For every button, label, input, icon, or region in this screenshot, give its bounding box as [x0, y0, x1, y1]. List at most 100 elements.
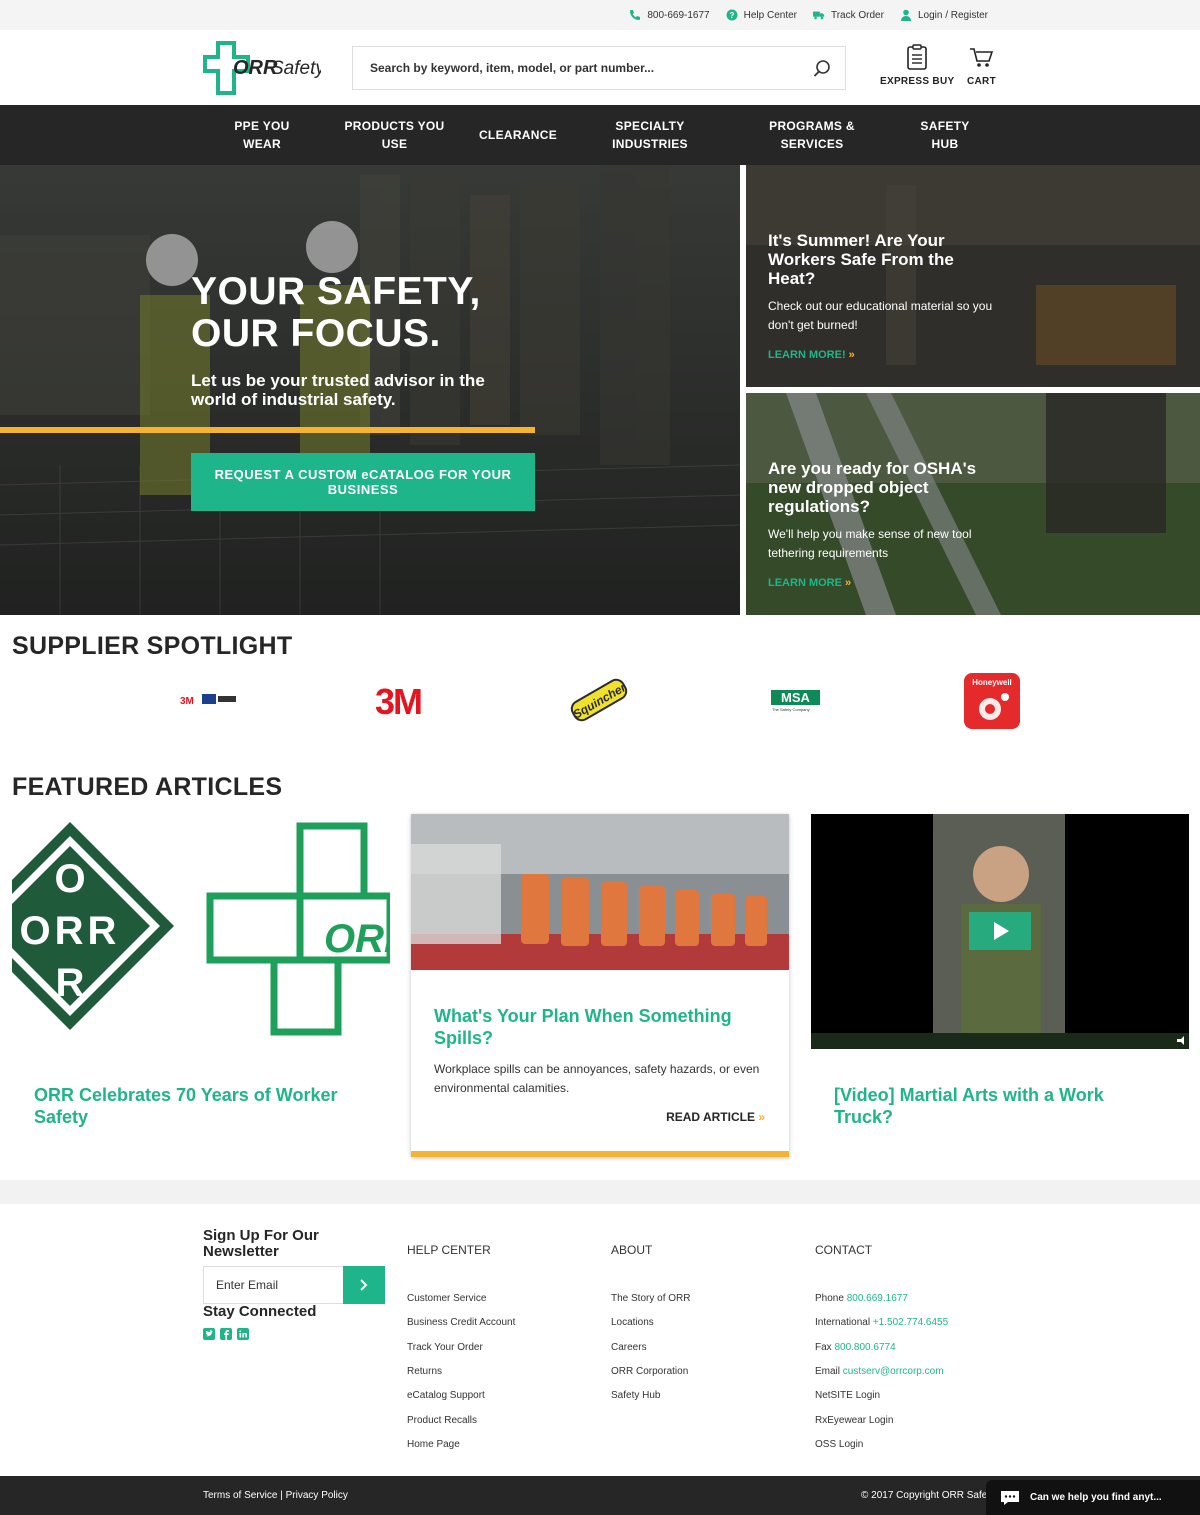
contact-email-link[interactable]: custserv@orrcorp.com — [843, 1366, 944, 1377]
contact-heading: CONTACT — [815, 1243, 873, 1257]
brand-3m[interactable]: 3M — [375, 681, 435, 723]
svg-text:ORR: ORR — [324, 917, 390, 961]
track-order-label: Track Order — [830, 9, 884, 21]
help-center-heading: HELP CENTER — [407, 1243, 491, 1257]
main-nav: PPE YOU WEAR PRODUCTS YOU USE CLEARANCE SP… — [0, 105, 1200, 165]
phone-link[interactable]: 800-669-1677 — [629, 9, 710, 21]
hero-banner: YOUR SAFETY, OUR FOCUS. Let us be your t… — [0, 165, 740, 615]
footer-link-oss-login[interactable]: OSS Login — [815, 1439, 863, 1451]
promo1-text: Check out our educational material so yo… — [768, 299, 993, 332]
express-buy-label: EXPRESS BUY — [880, 76, 955, 87]
footer-link-ecatalog-support[interactable]: eCatalog Support — [407, 1390, 485, 1402]
phone-icon — [630, 10, 641, 20]
terms-of-service-link[interactable]: Terms of Service — [203, 1490, 277, 1501]
nav-label-line1: PPE YOU — [234, 119, 290, 133]
footer-link-customer-service[interactable]: Customer Service — [407, 1293, 486, 1305]
search-icon[interactable] — [813, 59, 831, 77]
contact-label: Phone — [815, 1293, 844, 1304]
article-martial-arts-video[interactable]: [Video] Martial Arts with a Work Truck? — [811, 814, 1189, 1144]
hero-title: YOUR SAFETY, OUR FOCUS. — [191, 271, 481, 355]
contact-international-link[interactable]: +1.502.774.6455 — [873, 1317, 948, 1328]
nav-ppe-you-wear[interactable]: PPE YOU WEAR — [222, 117, 302, 153]
nav-products-you-use[interactable]: PRODUCTS YOU USE — [342, 117, 447, 153]
brand-msa-label: MSA — [781, 690, 811, 705]
nav-programs-services[interactable]: PROGRAMS & SERVICES — [762, 117, 862, 153]
nav-label-line2: USE — [381, 137, 408, 151]
brand-honeywell[interactable]: Honeywell — [963, 672, 1021, 735]
nav-specialty-industries[interactable]: SPECIALTY INDUSTRIES — [606, 117, 694, 153]
stay-connected-label: Stay Connected — [203, 1303, 317, 1320]
cart-button[interactable]: CART — [967, 44, 996, 87]
brand-3m-small[interactable]: 3M — [180, 692, 238, 713]
footer-link-home-page[interactable]: Home Page — [407, 1439, 460, 1451]
nav-clearance[interactable]: CLEARANCE — [474, 126, 562, 144]
nav-label-line1: SAFETY — [920, 119, 970, 133]
contact-phone-link[interactable]: 800.669.1677 — [847, 1293, 908, 1304]
brand-squincher[interactable]: Squincher — [568, 674, 630, 731]
brand-honeywell-label: Honeywell — [972, 678, 1012, 687]
promo1-learn-more-link[interactable]: LEARN MORE! » — [768, 349, 855, 361]
express-buy-button[interactable]: EXPRESS BUY — [880, 44, 954, 87]
article-orr-70-years[interactable]: O ORR R ORR ORR Celebrates 70 Years of W… — [0, 814, 413, 1144]
article-spills-card[interactable]: What's Your Plan When Something Spills? … — [411, 814, 789, 1157]
promo2-title: Are you ready for OSHA's new dropped obj… — [768, 459, 977, 516]
read-article-link[interactable]: READ ARTICLE » — [666, 1110, 765, 1124]
orr-logos-image: O ORR R ORR — [0, 822, 413, 1036]
promo1-title: It's Summer! Are Your Workers Safe From … — [768, 231, 954, 288]
contact-fax-link[interactable]: 800.800.6774 — [834, 1342, 895, 1353]
promo2-learn-more-link[interactable]: LEARN MORE » — [768, 577, 851, 589]
cta-line2: BUSINESS — [327, 482, 399, 497]
nav-label-line1: PROGRAMS & — [769, 119, 855, 133]
footer-link-rxeyewear-login[interactable]: RxEyewear Login — [815, 1415, 893, 1427]
request-ecatalog-button[interactable]: REQUEST A CUSTOM eCATALOG FOR YOUR BUSIN… — [191, 453, 535, 511]
card-accent-bar — [411, 1151, 789, 1157]
promo-dropped-objects[interactable]: Are you ready for OSHA's new dropped obj… — [746, 393, 1200, 615]
help-center-link[interactable]: ? Help Center — [726, 9, 797, 21]
article1-title: ORR Celebrates 70 Years of Worker Safety — [34, 1085, 338, 1127]
contact-email: Email custserv@orrcorp.com — [815, 1366, 944, 1378]
brand-msa[interactable]: MSA The Safety Company — [771, 689, 821, 718]
footer-link-safety-hub[interactable]: Safety Hub — [611, 1390, 660, 1402]
social-links — [203, 1328, 249, 1340]
footer-link-netsite-login[interactable]: NetSITE Login — [815, 1390, 880, 1402]
msa-tagline: The Safety Company — [772, 707, 810, 712]
privacy-policy-link[interactable]: Privacy Policy — [286, 1490, 348, 1501]
nav-label-line1: SPECIALTY — [615, 119, 685, 133]
footer-link-careers[interactable]: Careers — [611, 1342, 647, 1354]
site-header: ORR Safety Search by keyword, item, mode… — [0, 30, 1200, 105]
search-input[interactable]: Search by keyword, item, model, or part … — [352, 46, 846, 90]
newsletter-submit-button[interactable] — [343, 1266, 385, 1304]
hero-subtitle: Let us be your trusted advisor in the wo… — [191, 371, 485, 409]
chevron-right-icon — [360, 1279, 368, 1291]
cta-line1: REQUEST A CUSTOM eCATALOG FOR YOUR — [214, 467, 512, 482]
orr-safety-logo[interactable]: ORR Safety — [203, 41, 326, 95]
footer-link-business-credit[interactable]: Business Credit Account — [407, 1317, 515, 1329]
nav-label-line1: CLEARANCE — [478, 128, 558, 142]
chat-widget[interactable]: Can we help you find anyt... — [986, 1480, 1200, 1515]
nav-label-line2: SERVICES — [780, 137, 844, 151]
linkedin-icon[interactable] — [237, 1328, 249, 1340]
footer-link-orr-corporation[interactable]: ORR Corporation — [611, 1366, 688, 1378]
facebook-icon[interactable] — [220, 1328, 232, 1340]
twitter-icon[interactable] — [203, 1328, 215, 1340]
nav-safety-hub[interactable]: SAFETY HUB — [915, 117, 975, 153]
read-article-label: READ ARTICLE — [666, 1110, 755, 1124]
footer-link-story[interactable]: The Story of ORR — [611, 1293, 690, 1305]
promo-summer-heat[interactable]: It's Summer! Are Your Workers Safe From … — [746, 165, 1200, 387]
nav-label-line2: INDUSTRIES — [612, 137, 688, 151]
newsletter-title: Sign Up For Our Newsletter — [203, 1227, 319, 1260]
newsletter-email-input[interactable]: Enter Email — [203, 1266, 344, 1304]
brand-3m-small-label: 3M — [180, 696, 194, 707]
footer-link-locations[interactable]: Locations — [611, 1317, 654, 1329]
legal-links: Terms of Service | Privacy Policy — [203, 1490, 348, 1501]
footer-link-product-recalls[interactable]: Product Recalls — [407, 1415, 477, 1427]
track-order-link[interactable]: Track Order — [812, 9, 884, 21]
contact-label: Email — [815, 1366, 841, 1377]
truck-icon — [812, 11, 825, 20]
svg-text:?: ? — [729, 11, 734, 20]
chat-prompt: Can we help you find anyt... — [1030, 1492, 1162, 1503]
login-register-link[interactable]: Login / Register — [900, 9, 988, 21]
footer-link-returns[interactable]: Returns — [407, 1366, 442, 1378]
footer-link-track-order[interactable]: Track Your Order — [407, 1342, 483, 1354]
utility-bar: 800-669-1677 ? Help Center Track Order L… — [0, 0, 1200, 30]
